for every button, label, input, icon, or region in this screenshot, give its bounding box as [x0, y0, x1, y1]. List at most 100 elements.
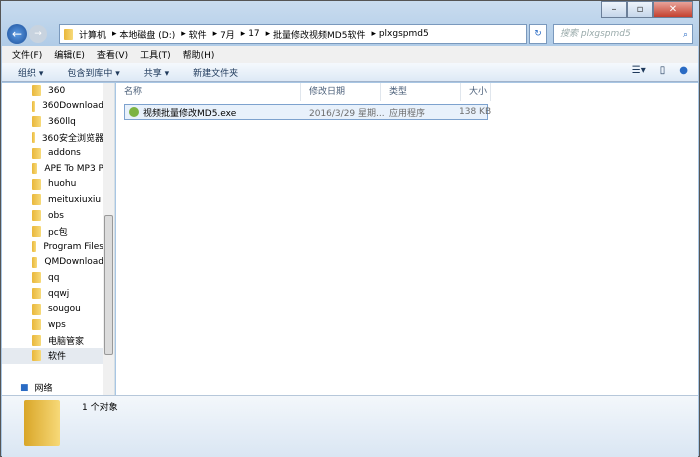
sidebar-item-network[interactable]: ■ 网络: [20, 381, 53, 395]
sidebar-item[interactable]: Program Files: [2, 239, 104, 255]
folder-icon: [32, 256, 38, 268]
forward-button[interactable]: →: [29, 25, 47, 43]
explorer-window: – ▫ ✕ ← → 计算机 ▸ 本地磁盘 (D:) ▸ 软件 ▸ 7月 ▸ 17 ▸ 批量…: [0, 0, 700, 457]
sidebar-item-label: 360llq: [48, 116, 76, 127]
breadcrumb-5[interactable]: 批量修改视频MD5软件: [273, 28, 365, 41]
menu-view[interactable]: 查看(V): [97, 48, 128, 61]
folder-icon: [32, 163, 38, 175]
view-options-icon[interactable]: ☰▾: [632, 65, 646, 76]
file-name: 视频批量修改MD5.exe: [143, 108, 237, 119]
menu-tools[interactable]: 工具(T): [140, 48, 171, 61]
sidebar-item-label: 360安全浏览器: [41, 134, 104, 145]
breadcrumb-6[interactable]: plxgspmd5: [379, 29, 429, 39]
navigation-bar: ← → 计算机 ▸ 本地磁盘 (D:) ▸ 软件 ▸ 7月 ▸ 17 ▸ 批量修改视频MD…: [7, 23, 693, 45]
sidebar-item-label: obs: [48, 210, 64, 221]
sidebar-item[interactable]: 360安全浏览器: [2, 130, 104, 146]
sidebar-item[interactable]: 360llq: [2, 114, 104, 130]
column-date[interactable]: 修改日期: [301, 83, 381, 101]
file-list: 名称 修改日期 类型 大小 视频批量修改MD5.exe 2016/3/29 星期…: [116, 83, 698, 395]
details-pane: 1 个对象: [2, 395, 698, 457]
sidebar-item[interactable]: qqwj: [2, 286, 104, 302]
menu-edit[interactable]: 编辑(E): [54, 48, 85, 61]
column-name[interactable]: 名称: [116, 83, 301, 101]
folder-icon: [32, 272, 41, 284]
include-in-library-button[interactable]: 包含到库中 ▾: [67, 66, 119, 79]
folder-icon: [32, 100, 36, 112]
menu-file[interactable]: 文件(F): [12, 48, 42, 61]
maximize-button[interactable]: ▫: [627, 1, 653, 18]
close-button[interactable]: ✕: [653, 1, 693, 18]
folder-icon: [32, 334, 41, 346]
organize-button[interactable]: 组织 ▾: [18, 66, 43, 79]
address-bar[interactable]: 计算机 ▸ 本地磁盘 (D:) ▸ 软件 ▸ 7月 ▸ 17 ▸ 批量修改视频MD5软件 ▸…: [59, 24, 527, 44]
sidebar-item[interactable]: QMDownload: [2, 255, 104, 271]
folder-icon: [32, 350, 41, 362]
new-folder-button[interactable]: 新建文件夹: [193, 66, 238, 79]
file-row[interactable]: 视频批量修改MD5.exe 2016/3/29 星期... 应用程序 138 K…: [124, 104, 492, 120]
folder-large-icon: [24, 400, 60, 446]
file-type: 应用程序: [389, 108, 426, 119]
folder-icon: [32, 147, 41, 159]
preview-pane-icon[interactable]: ▯: [660, 65, 666, 76]
sidebar-item[interactable]: huohu: [2, 177, 104, 193]
sidebar-item[interactable]: qq: [2, 270, 104, 286]
sidebar-item[interactable]: 360Download: [2, 99, 104, 115]
sidebar-item[interactable]: APE To MP3 P: [2, 161, 104, 177]
folder-icon: [32, 241, 37, 253]
share-button[interactable]: 共享 ▾: [144, 66, 169, 79]
scrollbar[interactable]: [103, 83, 114, 395]
breadcrumb-2[interactable]: 软件: [189, 28, 207, 41]
sidebar-item-label: QMDownload: [44, 257, 104, 268]
sidebar-item[interactable]: 软件: [2, 348, 104, 364]
sidebar-item[interactable]: wps: [2, 317, 104, 333]
network-icon: ■: [20, 382, 29, 393]
help-icon[interactable]: ●: [679, 65, 688, 76]
sidebar-item[interactable]: sougou: [2, 301, 104, 317]
menu-bar: 文件(F) 编辑(E) 查看(V) 工具(T) 帮助(H): [2, 46, 698, 63]
sidebar-item-label: pc包: [48, 227, 68, 238]
sidebar-item-label: Program Files: [43, 241, 104, 252]
column-type[interactable]: 类型: [381, 83, 461, 101]
sidebar-item[interactable]: meituxiuxiu: [2, 192, 104, 208]
toolbar: 组织 ▾ 包含到库中 ▾ 共享 ▾ 新建文件夹 ☰▾ ▯ ●: [2, 63, 698, 82]
window-controls: – ▫ ✕: [601, 1, 693, 18]
folder-icon: [32, 85, 41, 97]
sidebar-item-label: sougou: [48, 304, 81, 315]
folder-icon: [64, 28, 73, 40]
sidebar-item-label: APE To MP3 P: [44, 163, 104, 174]
sidebar-item[interactable]: obs: [2, 208, 104, 224]
breadcrumb-0[interactable]: 计算机: [79, 28, 106, 41]
folder-icon: [32, 194, 41, 206]
folder-icon: [32, 178, 41, 190]
search-input[interactable]: 搜索 plxgspmd5 ⌕: [553, 24, 693, 44]
sidebar-item-label: 软件: [48, 352, 67, 363]
sidebar-item-label: 360Download: [42, 101, 104, 112]
search-icon[interactable]: ⌕: [683, 26, 688, 44]
sidebar-item-label: 电脑管家: [48, 336, 85, 347]
scrollbar-thumb[interactable]: [104, 215, 113, 355]
sidebar-item-label: meituxiuxiu: [48, 194, 102, 205]
minimize-button[interactable]: –: [601, 1, 627, 18]
column-size[interactable]: 大小: [461, 83, 491, 101]
sidebar-item[interactable]: pc包: [2, 223, 104, 239]
back-button[interactable]: ←: [7, 24, 27, 44]
sidebar-item[interactable]: addons: [2, 145, 104, 161]
menu-help[interactable]: 帮助(H): [183, 48, 215, 61]
column-headers: 名称 修改日期 类型 大小: [116, 83, 698, 101]
breadcrumb-1[interactable]: 本地磁盘 (D:): [119, 28, 175, 41]
breadcrumb-3[interactable]: 7月: [220, 28, 235, 41]
folder-icon: [32, 303, 41, 315]
refresh-button[interactable]: ↻: [529, 24, 547, 44]
file-date: 2016/3/29 星期...: [309, 108, 385, 119]
file-size: 138 KB: [459, 107, 492, 117]
folder-icon: [32, 288, 41, 300]
sidebar-item[interactable]: 360: [2, 83, 104, 99]
search-placeholder: 搜索 plxgspmd5: [560, 29, 631, 39]
exe-icon: [129, 107, 139, 117]
navigation-pane: 360 360Download 360llq 360安全浏览器 addons APE To…: [2, 83, 115, 395]
sidebar-item-label: wps: [48, 319, 66, 330]
breadcrumb-4[interactable]: 17: [248, 29, 259, 39]
sidebar-item[interactable]: 电脑管家: [2, 333, 104, 349]
folder-icon: [32, 319, 41, 331]
sidebar-item-label: qq: [48, 272, 60, 283]
